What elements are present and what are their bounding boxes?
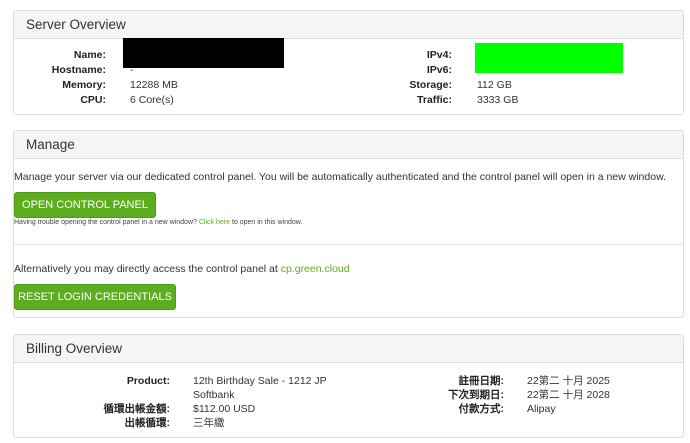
ip-redaction (475, 43, 623, 73)
server-overview-title: Server Overview (14, 11, 683, 39)
registration-date-label: 註冊日期: (458, 375, 505, 387)
traffic-value: 3333 GB (477, 94, 519, 106)
control-panel-link[interactable]: cp.green.cloud (281, 263, 350, 275)
server-left-details: Name: Hostname: - Memory: 12288 MB CPU: … (14, 38, 314, 108)
manage-divider (14, 244, 683, 245)
memory-value: 12288 MB (130, 79, 178, 91)
memory-label: Memory: (62, 79, 106, 91)
hostname-label: Hostname: (51, 64, 106, 76)
recurring-amount-label: 循環出帳金額: (103, 403, 171, 415)
recurring-amount-value: $112.00 USD (193, 403, 256, 415)
manage-description: Manage your server via our dedicated con… (14, 171, 666, 183)
billing-cycle-value: 三年繳 (193, 417, 225, 429)
hostname-value: - (130, 64, 134, 76)
payment-method-label: 付款方式: (458, 403, 505, 415)
product-value: 12th Birthday Sale - 1212 JP (193, 375, 327, 387)
server-overview-panel: Server Overview Name: Hostname: - Memory… (13, 10, 684, 115)
ipv6-label: IPv6: (426, 64, 452, 76)
name-label: Name: (73, 49, 106, 61)
registration-date-value: 22第二 十月 2025 (527, 375, 610, 387)
billing-cycle-label: 出帳循環: (124, 417, 171, 429)
next-due-date-label: 下次到期日: (448, 389, 504, 401)
cpu-value: 6 Core(s) (130, 94, 174, 106)
open-here-link[interactable]: Click here (199, 219, 230, 226)
traffic-label: Traffic: (416, 94, 452, 106)
payment-method-value: Alipay (527, 403, 556, 415)
trouble-note: Having trouble opening the control panel… (14, 219, 302, 226)
reset-login-credentials-button[interactable]: RESET LOGIN CREDENTIALS (14, 284, 176, 310)
billing-overview-title: Billing Overview (14, 335, 683, 363)
product-value-2: Softbank (193, 389, 235, 401)
billing-overview-panel: Billing Overview Product: 12th Birthday … (13, 334, 684, 438)
billing-left-details: Product: 12th Birthday Sale - 1212 JP So… (14, 374, 354, 434)
billing-right-details: 註冊日期: 22第二 十月 2025 下次到期日: 22第二 十月 2028 付… (354, 374, 684, 434)
manage-panel: Manage Manage your server via our dedica… (13, 130, 684, 318)
trouble-prefix: Having trouble opening the control panel… (14, 219, 197, 226)
alt-access-text: Alternatively you may directly access th… (14, 263, 350, 275)
cpu-label: CPU: (80, 94, 106, 106)
manage-title: Manage (14, 131, 683, 159)
next-due-date-value: 22第二 十月 2028 (527, 389, 610, 401)
server-right-details: IPv4: IPv6: Storage: 112 GB Traffic: 333… (344, 43, 644, 108)
name-redaction (123, 38, 284, 68)
storage-value: 112 GB (477, 79, 512, 91)
alt-prefix: Alternatively you may directly access th… (14, 263, 278, 275)
ipv4-label: IPv4: (426, 49, 452, 61)
storage-label: Storage: (409, 79, 452, 91)
trouble-suffix: to open in this window. (231, 219, 303, 226)
open-control-panel-button[interactable]: OPEN CONTROL PANEL (14, 192, 156, 218)
product-label: Product: (126, 375, 170, 387)
